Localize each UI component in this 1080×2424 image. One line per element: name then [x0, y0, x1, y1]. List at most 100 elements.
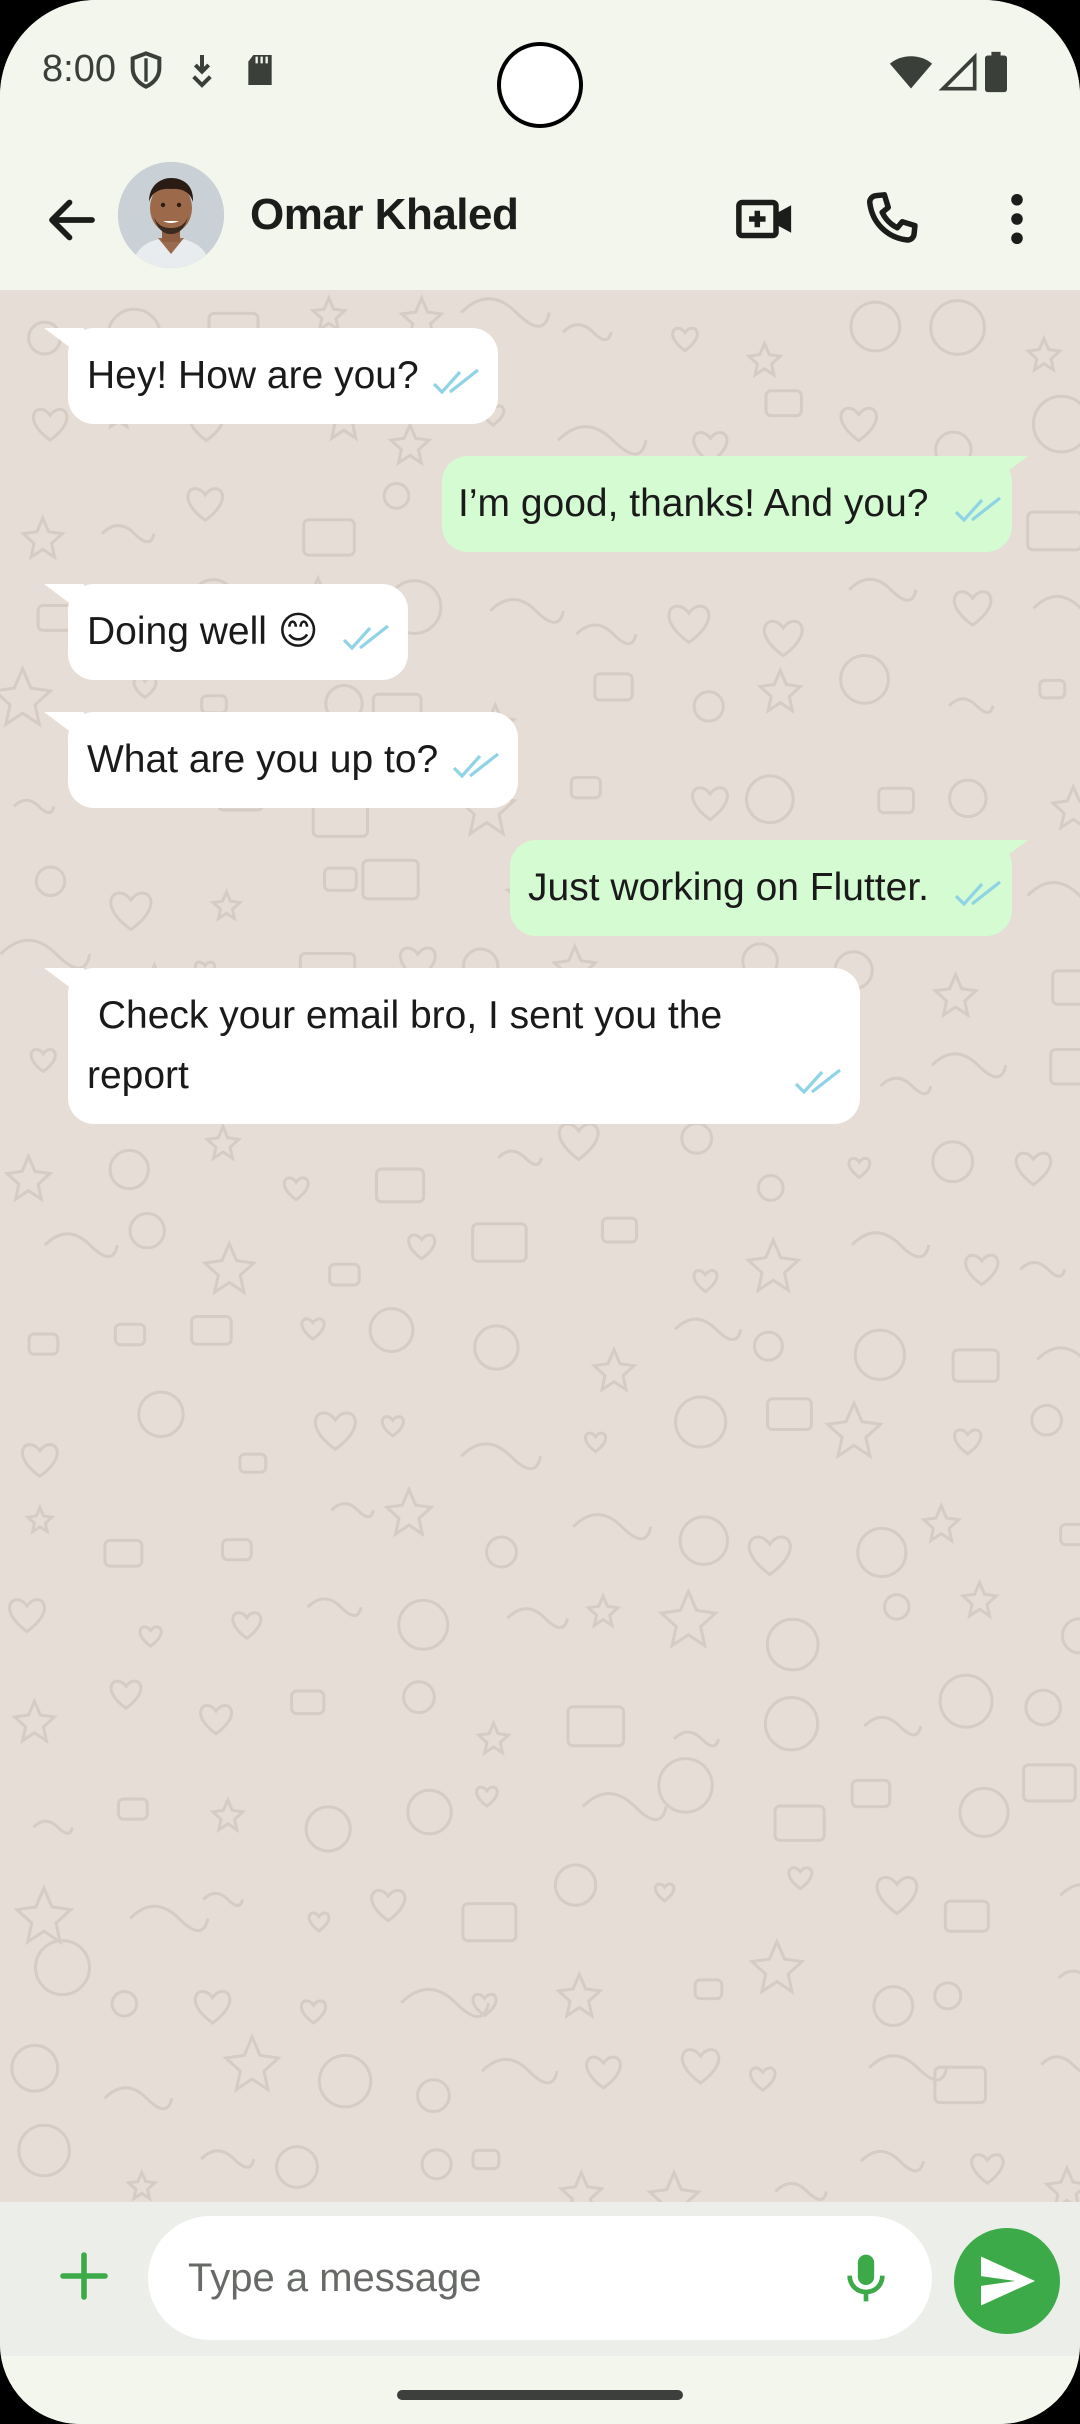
- wallpaper-doodle: [853, 1328, 906, 1381]
- wallpaper-doodle: [200, 2149, 256, 2169]
- message-bubble-outgoing[interactable]: Just working on Flutter.: [510, 840, 1028, 936]
- read-receipt-icon: [794, 1068, 841, 1095]
- wallpaper-doodle: [773, 1804, 826, 1842]
- wallpaper-doodle: [1019, 1260, 1067, 1278]
- wallpaper-doodle: [848, 577, 918, 602]
- wallpaper-doodle: [31, 408, 69, 442]
- wallpaper-doodle: [938, 1673, 994, 1729]
- wallpaper-doodle: [460, 1442, 543, 1471]
- wallpaper-doodle: [132, 675, 158, 700]
- wallpaper-doodle: [646, 2168, 702, 2202]
- wallpaper-doodle: [402, 1680, 436, 1715]
- wallpaper-doodle: [29, 1048, 57, 1074]
- wallpaper-doodle: [302, 518, 356, 557]
- bubble-tail: [44, 968, 84, 998]
- wallpaper-doodle: [872, 1985, 915, 2027]
- home-indicator[interactable]: [397, 2390, 683, 2400]
- wallpaper-doodle: [282, 1176, 310, 1202]
- wallpaper-doodle: [851, 1231, 931, 1259]
- wallpaper-doodle: [958, 1786, 1010, 1838]
- wallpaper-doodle: [964, 1253, 1000, 1287]
- wallpaper-doodle: [847, 1156, 872, 1180]
- message-bubble-incoming[interactable]: What are you up to?: [44, 712, 518, 808]
- wallpaper-doodle: [584, 1592, 622, 1629]
- wallpaper-doodle: [193, 1990, 232, 2025]
- wallpaper-doodle: [416, 2078, 451, 2114]
- wallpaper-doodle: [600, 1216, 639, 1244]
- add-attachment-icon[interactable]: [56, 2248, 112, 2304]
- wallpaper-doodle: [13, 1884, 75, 1946]
- wallpaper-doodle: [948, 778, 988, 819]
- wallpaper-doodle: [556, 425, 648, 456]
- wallpaper-doodle: [762, 619, 804, 658]
- contact-avatar[interactable]: [118, 162, 224, 268]
- wallpaper-doodle: [1040, 2055, 1080, 2073]
- wallpaper-doodle: [27, 1332, 60, 1356]
- wallpaper-doodle: [209, 1796, 247, 1834]
- message-text: Just working on Flutter.: [528, 866, 930, 909]
- wallpaper-doodle: [590, 1345, 638, 1394]
- wallpaper-doodle: [856, 1526, 908, 1579]
- wallpaper-doodle: [387, 421, 433, 467]
- wallpaper-doodle: [420, 2148, 453, 2181]
- wallpaper-doodle: [581, 1792, 668, 1822]
- wallpaper-doodle: [657, 1757, 714, 1814]
- message-input-field[interactable]: [148, 2216, 932, 2340]
- microphone-icon[interactable]: [838, 2250, 894, 2306]
- wallpaper-doodle: [1038, 678, 1067, 700]
- wallpaper-doodle: [323, 866, 358, 892]
- back-arrow-icon[interactable]: [42, 190, 102, 250]
- wallpaper-doodle: [361, 858, 420, 901]
- bubble-tail: [44, 328, 84, 358]
- wallpaper-doodle: [764, 389, 803, 418]
- bubble-tail: [44, 712, 84, 742]
- wallpaper-doodle: [0, 664, 54, 728]
- wallpaper-doodle: [370, 1888, 407, 1923]
- wallpaper-doodle: [920, 1501, 963, 1544]
- message-text-line-2: report: [87, 1054, 189, 1097]
- wallpaper-doodle: [125, 2168, 159, 2202]
- wallpaper-doodle: [667, 604, 711, 645]
- battery-icon: [985, 51, 1007, 93]
- video-call-icon[interactable]: [732, 186, 798, 252]
- wallpaper-doodle: [200, 694, 228, 715]
- wallpaper-doodle: [1049, 782, 1080, 831]
- wallpaper-doodle: [186, 487, 225, 523]
- chat-wallpaper: [0, 294, 1080, 2202]
- wallpaper-doodle: [748, 1937, 806, 1995]
- wallpaper-doodle: [12, 798, 56, 815]
- wallpaper-doodle: [506, 1607, 569, 1630]
- send-button[interactable]: [954, 2228, 1060, 2334]
- wallpaper-doodle: [948, 697, 995, 714]
- wallpaper-doodle: [309, 294, 349, 333]
- wallpaper-doodle: [680, 1121, 714, 1155]
- wallpaper-doodle: [238, 1452, 268, 1474]
- wallpaper-doodle: [1051, 969, 1080, 1006]
- wallpaper-doodle: [849, 300, 902, 353]
- message-text: I’m good, thanks! And you?: [458, 482, 929, 525]
- message-bubble-incoming[interactable]: Hey! How are you?: [44, 328, 498, 424]
- message-bubble-incoming[interactable]: Doing well 😊: [44, 584, 408, 680]
- more-vert-icon[interactable]: [984, 186, 1050, 252]
- wallpaper-doodle: [749, 2066, 777, 2093]
- contact-name[interactable]: Omar Khaled: [250, 190, 519, 240]
- read-receipt-icon: [954, 880, 1001, 907]
- wallpaper-doodle: [231, 1611, 263, 1641]
- wallpaper-doodle: [221, 1538, 253, 1562]
- message-bubble-incoming[interactable]: Check your email bro, I sent you the rep…: [44, 968, 860, 1124]
- wallpaper-doodle: [11, 1697, 58, 1745]
- wallpaper-doodle: [275, 2145, 319, 2189]
- message-bubble-outgoing[interactable]: I’m good, thanks! And you?: [442, 456, 1028, 552]
- wallpaper-doodle: [1024, 334, 1064, 374]
- phone-icon[interactable]: [858, 186, 924, 252]
- chat-area[interactable]: Hey! How are you? I’m good, thanks! And …: [0, 290, 1080, 2202]
- message-input[interactable]: [188, 2244, 808, 2312]
- wallpaper-doodle: [1059, 1522, 1080, 1547]
- wallpaper-doodle: [931, 1140, 975, 1184]
- wallpaper-doodle: [1060, 1617, 1080, 1655]
- wallpaper-doodle: [850, 1778, 892, 1809]
- wallpaper-doodle: [1057, 1969, 1080, 1980]
- wallpaper-doodle: [583, 1431, 608, 1454]
- wallpaper-doodle: [756, 666, 804, 714]
- wallpaper-doodle: [8, 1598, 46, 1634]
